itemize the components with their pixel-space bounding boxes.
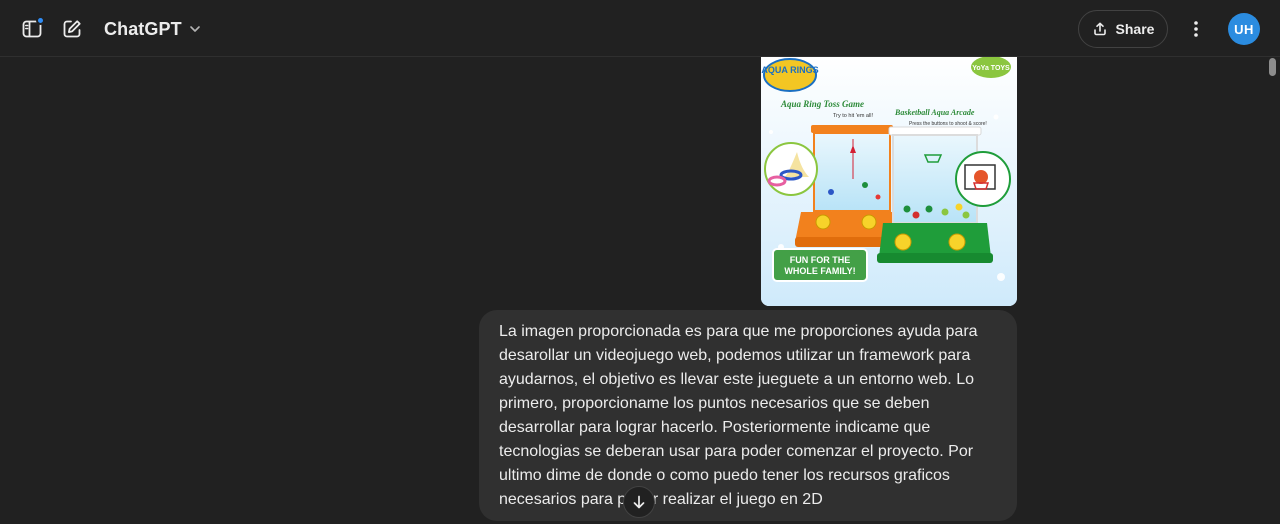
user-avatar[interactable]: UH [1228, 13, 1260, 45]
chevron-down-icon [189, 26, 200, 32]
attached-image[interactable]: AQUA RINGS YoYa TOYS Aqua Ring Toss Game… [761, 57, 1017, 306]
more-vertical-icon [1194, 21, 1198, 37]
brand-right-text: YoYa TOYS [972, 65, 1010, 72]
model-picker[interactable]: ChatGPT [96, 12, 210, 46]
model-name: ChatGPT [104, 18, 182, 39]
badge-line-1: FUN FOR THE [790, 255, 851, 265]
subcaption-left: Try to hit 'em all! [833, 113, 873, 119]
notification-dot [36, 16, 45, 25]
scroll-to-bottom-button[interactable] [623, 486, 655, 518]
brand-left-text: AQUA RINGS [761, 65, 818, 75]
subcaption-right: Press the buttons to shoot & score! [909, 121, 987, 127]
more-options-button[interactable] [1178, 11, 1214, 47]
toy-product-image: AQUA RINGS YoYa TOYS Aqua Ring Toss Game… [761, 57, 1017, 306]
new-chat-button[interactable] [54, 11, 90, 47]
share-upload-icon [1093, 22, 1106, 36]
badge-line-2: WHOLE FAMILY! [784, 266, 855, 276]
scrollbar[interactable] [1268, 58, 1276, 524]
top-bar: ChatGPT Share UH [0, 0, 1280, 57]
user-message-text: La imagen proporcionada es para que me p… [499, 323, 978, 508]
sidebar-toggle-button[interactable] [14, 11, 50, 47]
share-label: Share [1115, 21, 1155, 37]
caption-right: Basketball Aqua Arcade [894, 108, 975, 117]
arrow-down-icon [633, 495, 645, 509]
scrollbar-thumb[interactable] [1269, 58, 1276, 76]
new-chat-icon [63, 20, 81, 38]
user-message-bubble: La imagen proporcionada es para que me p… [479, 310, 1017, 521]
caption-left: Aqua Ring Toss Game [780, 99, 864, 109]
share-button[interactable]: Share [1078, 10, 1168, 48]
